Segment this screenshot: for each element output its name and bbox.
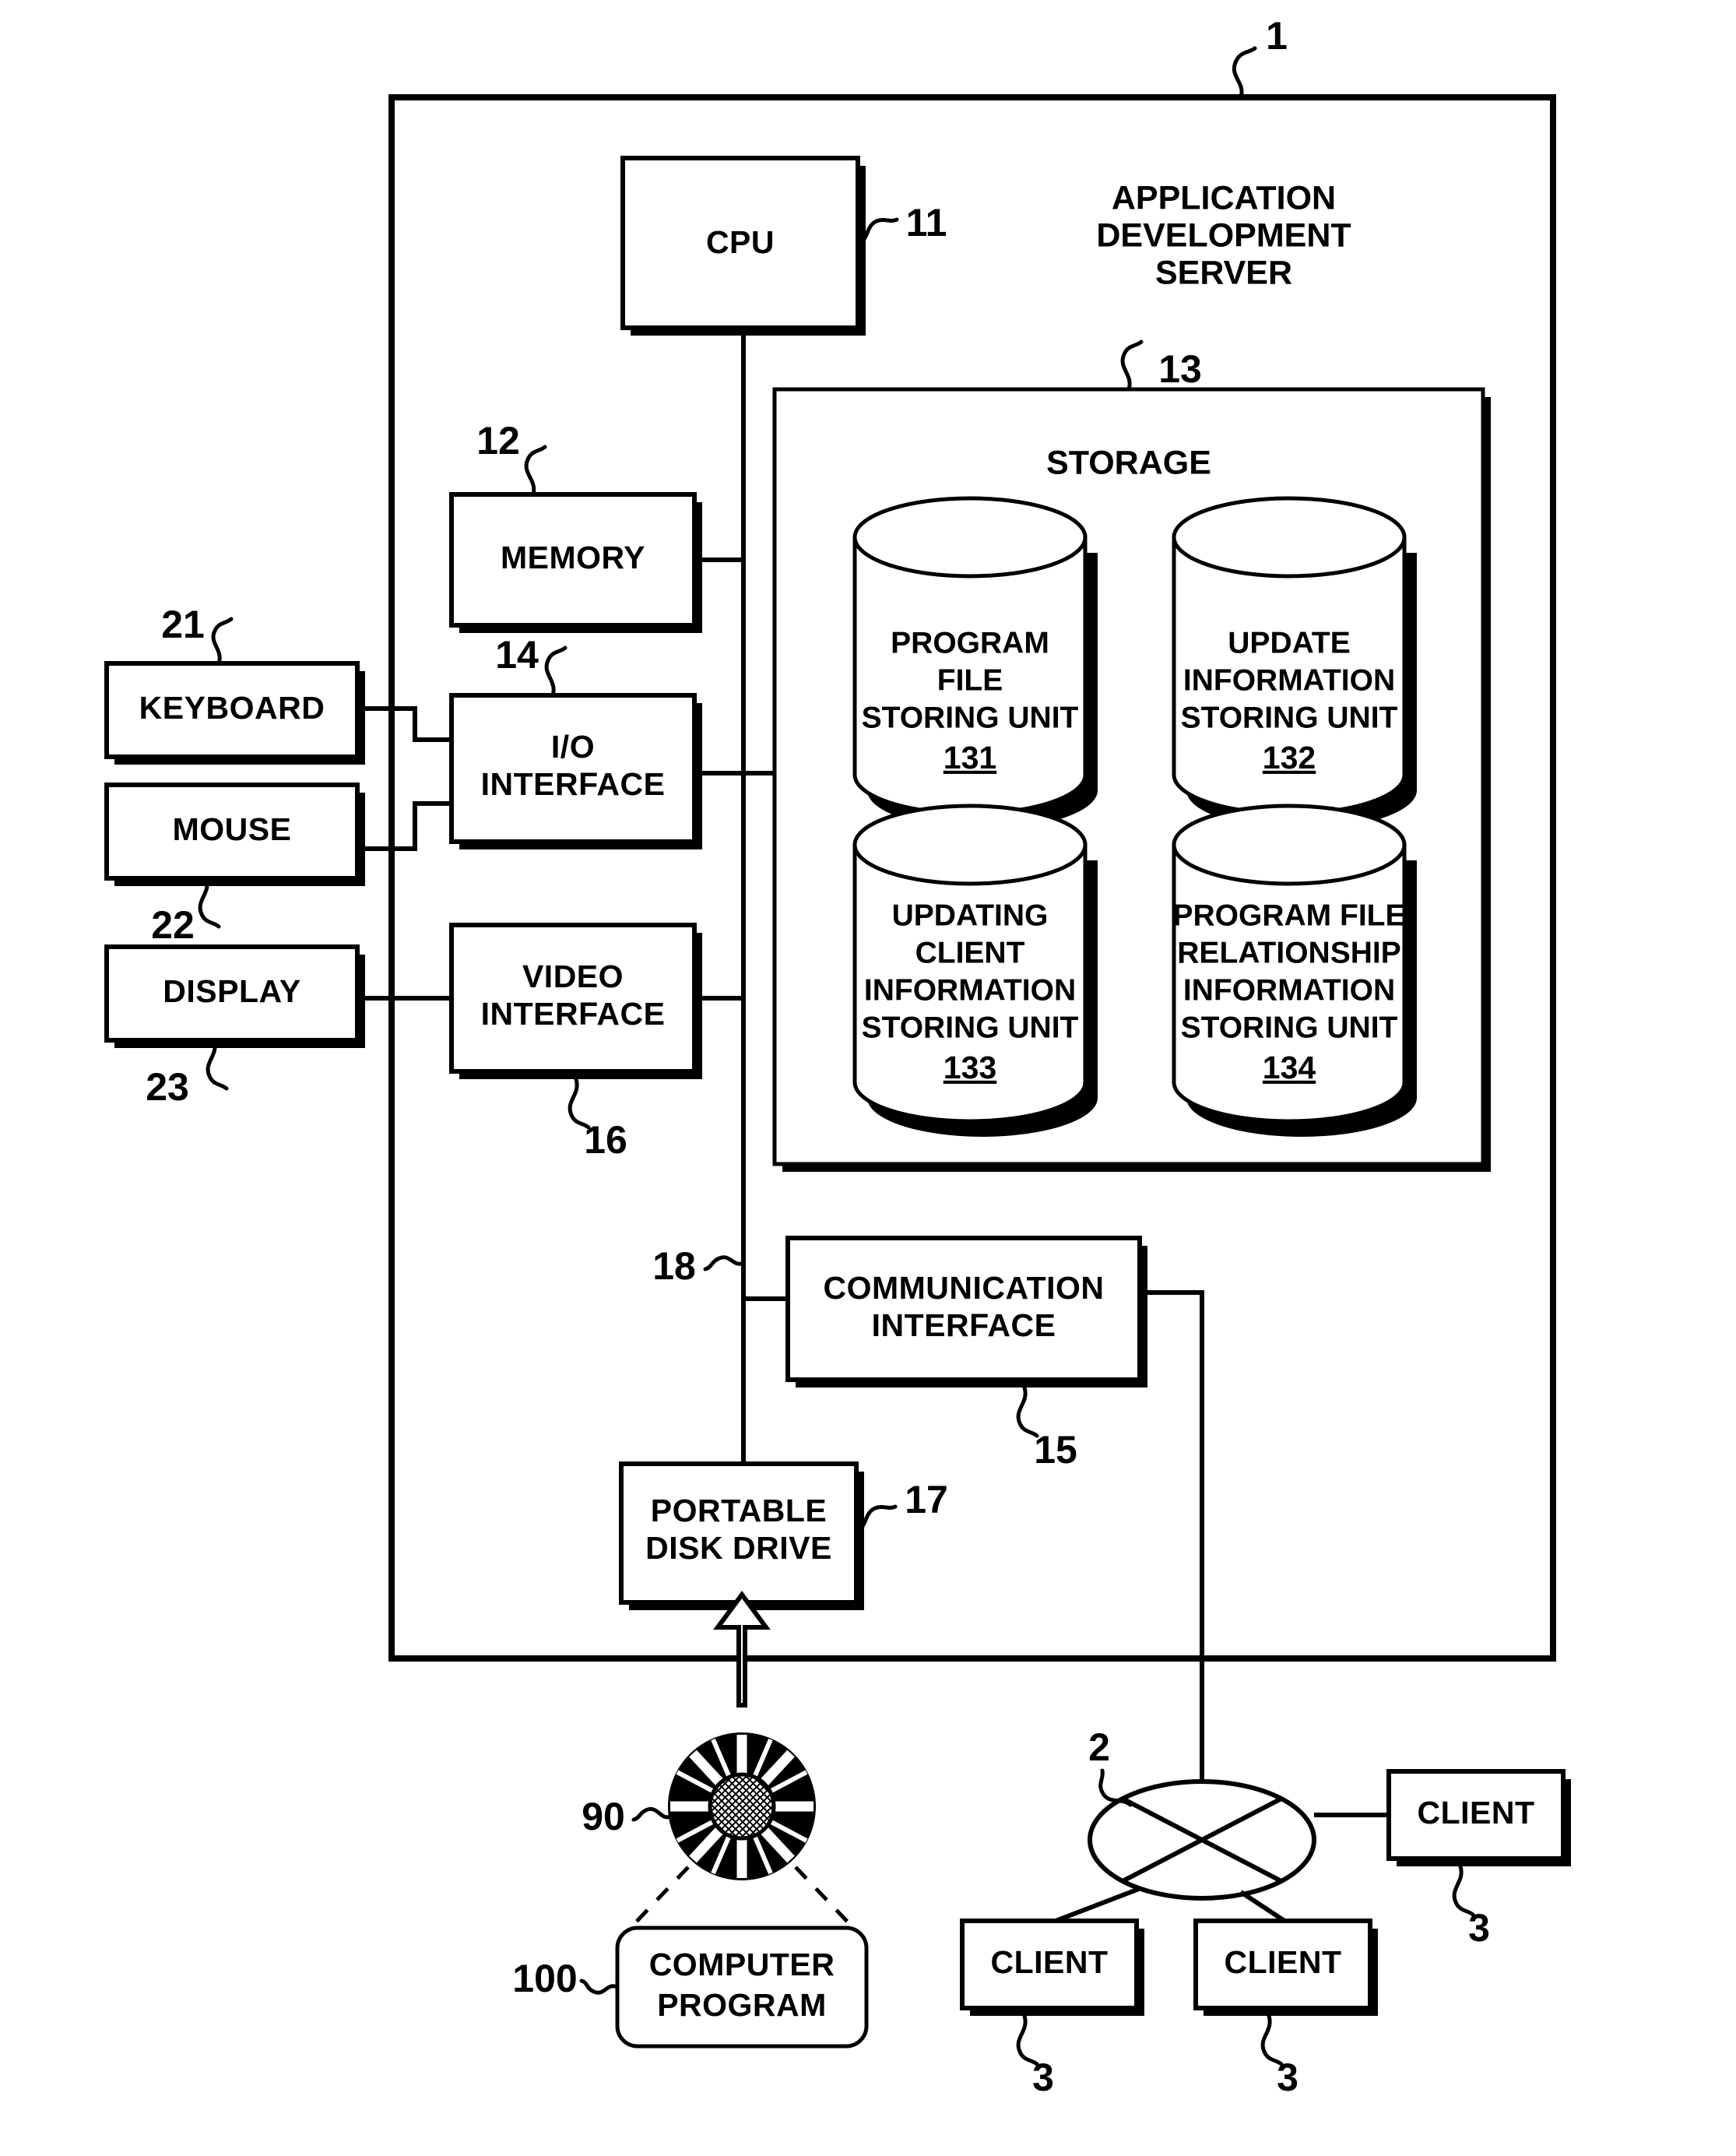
unit-132-ref: 132 [1263,740,1316,776]
cpu-label: CPU [706,224,775,260]
server-title-line3: SERVER [1155,254,1292,291]
ref-12: 12 [476,419,520,463]
insert-arrow-icon [713,1590,771,1708]
storage-cylinder-133[interactable] [852,804,1098,1137]
unit-131-line2: FILE [937,663,1003,697]
disk-drive-label-line2: DISK DRIVE [645,1530,832,1566]
lead-line-12 [524,445,547,497]
ref-23: 23 [146,1065,189,1109]
unit-134-line4: STORING UNIT [1181,1011,1398,1044]
mouse-label: MOUSE [173,811,292,847]
comm-label-line2: INTERFACE [872,1307,1056,1343]
memory-label: MEMORY [501,540,645,575]
unit-131-ref: 131 [944,740,996,776]
lead-line-1 [1232,46,1257,100]
unit-133-line4: STORING UNIT [862,1011,1079,1044]
unit-133-ref: 133 [944,1050,996,1085]
keyboard-label: KEYBOARD [139,690,325,726]
unit-132-line1: UPDATE [1228,626,1350,659]
disk-drive-label-line1: PORTABLE [651,1493,827,1528]
ref-3-bottom-left: 3 [1032,2056,1054,2099]
ref-1: 1 [1266,14,1288,58]
ref-16: 16 [584,1118,627,1162]
network-ellipse[interactable] [1088,1779,1316,1901]
ref-3-bottom-middle: 3 [1277,2056,1298,2099]
ref-13: 13 [1158,347,1202,391]
client-label-right: CLIENT [1417,1795,1534,1831]
io-label-line1: I/O [551,729,595,765]
mouse-io-wire [357,801,452,851]
unit-134-ref: 134 [1263,1050,1316,1085]
ref-100: 100 [512,1957,577,2000]
computer-program-line1: COMPUTER [649,1947,835,1982]
patent-figure: 1 11 12 13 14 15 16 17 18 21 22 23 90 10… [0,0,1736,2156]
ref-15: 15 [1034,1428,1077,1472]
computer-program-line2: PROGRAM [657,1987,827,2023]
lead-line-21 [211,617,234,666]
unit-132-line3: STORING UNIT [1181,701,1398,734]
ref-2: 2 [1088,1725,1110,1769]
unit-131-line3: STORING UNIT [862,701,1079,734]
unit-131-line1: PROGRAM [891,626,1049,659]
network-client-bl-wire [1054,1887,1140,1923]
lead-line-18 [703,1255,746,1271]
lead-line-90 [631,1806,673,1822]
ref-11: 11 [906,201,947,244]
ref-18: 18 [652,1244,696,1288]
comm-network-wire [1140,1290,1204,1781]
unit-134-line1: PROGRAM FILE [1173,899,1406,932]
disc-program-dash-right [794,1866,856,1931]
network-client-bm-wire [1239,1890,1286,1923]
server-title-line2: DEVELOPMENT [1096,216,1351,254]
video-label-line2: INTERFACE [481,996,666,1032]
client-label-bottom-left: CLIENT [990,1944,1108,1980]
lead-line-14 [544,645,568,698]
disc-program-dash-left [627,1866,690,1931]
server-title-line1: APPLICATION [1112,179,1336,216]
ref-3-right: 3 [1468,1906,1490,1950]
ref-22: 22 [151,903,195,947]
storage-label: STORAGE [1046,444,1211,481]
unit-134-line3: INFORMATION [1183,973,1395,1007]
unit-134-line2: RELATIONSHIP [1177,936,1400,969]
display-label: DISPLAY [163,973,300,1009]
lead-line-13 [1120,339,1144,392]
ref-14: 14 [495,633,539,677]
comm-label-line1: COMMUNICATION [823,1270,1104,1306]
optical-disc-icon [668,1732,816,1880]
client-label-bottom-middle: CLIENT [1224,1944,1341,1980]
storage-cylinder-134[interactable] [1172,804,1417,1137]
unit-133-line1: UPDATING [892,899,1049,932]
keyboard-io-wire [357,706,452,742]
unit-133-line3: INFORMATION [864,973,1076,1007]
ref-90: 90 [582,1795,625,1838]
ref-21: 21 [161,603,205,646]
unit-133-line2: CLIENT [915,936,1025,969]
video-label-line1: VIDEO [522,958,624,994]
io-label-line2: INTERFACE [481,766,666,802]
unit-132-line2: INFORMATION [1183,663,1395,697]
lead-line-100 [579,1978,620,1995]
ref-17: 17 [905,1478,948,1521]
